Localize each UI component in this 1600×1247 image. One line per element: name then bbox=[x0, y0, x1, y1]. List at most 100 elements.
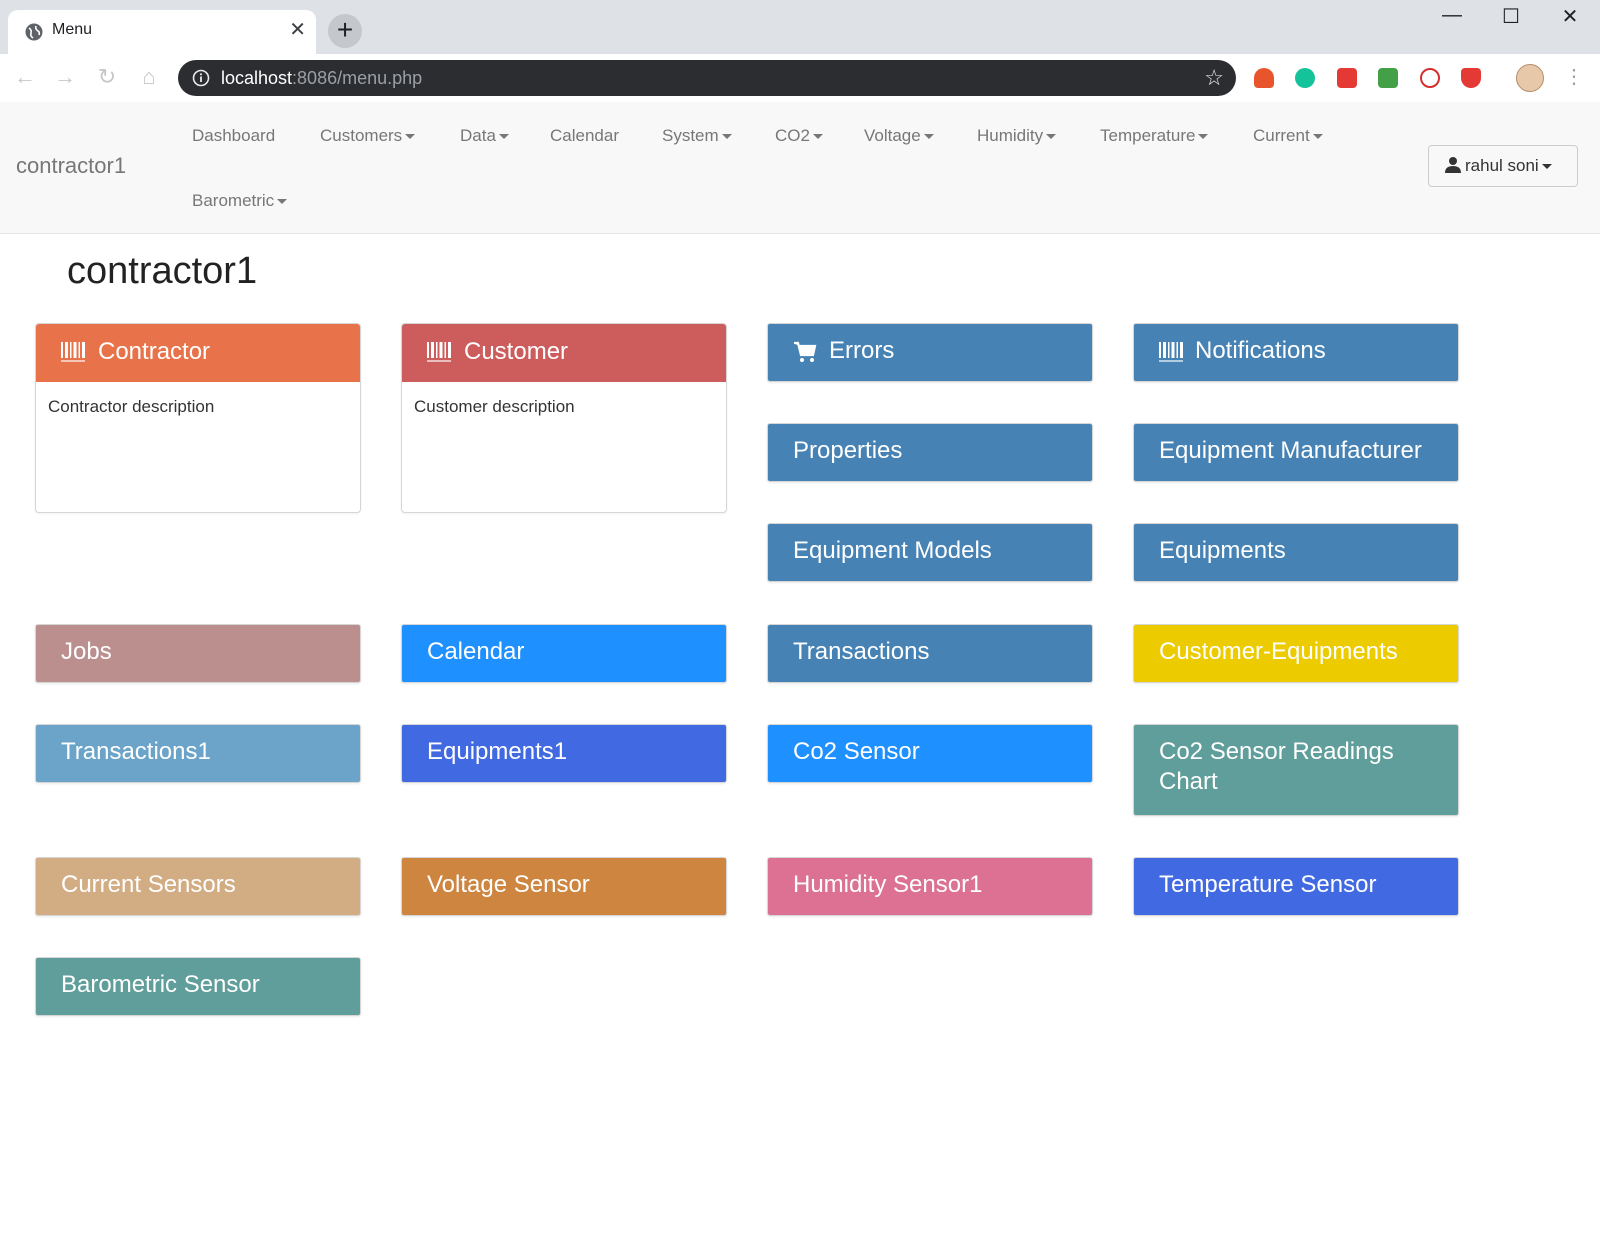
voltage-sensor-tile[interactable]: Voltage Sensor bbox=[401, 857, 727, 916]
user-icon bbox=[1445, 157, 1461, 173]
caret-down-icon bbox=[721, 134, 732, 140]
user-name: rahul soni bbox=[1465, 156, 1539, 175]
nav-item-system[interactable]: System bbox=[662, 126, 732, 146]
tile-label: Equipment Models bbox=[793, 537, 992, 564]
tile-label: Equipment Manufacturer bbox=[1159, 437, 1422, 464]
info-icon[interactable] bbox=[192, 69, 210, 87]
caret-down-icon bbox=[923, 134, 934, 140]
tab-close-icon[interactable]: ✕ bbox=[289, 19, 306, 41]
bookmark-star-icon[interactable]: ☆ bbox=[1204, 65, 1224, 91]
caret-down-icon bbox=[1198, 134, 1209, 140]
tile-label: Jobs bbox=[61, 638, 112, 665]
barcode-icon bbox=[1159, 341, 1183, 362]
tile-label: Humidity Sensor1 bbox=[793, 871, 983, 898]
caret-down-icon bbox=[1312, 134, 1323, 140]
reload-icon[interactable]: ↻ bbox=[94, 64, 120, 90]
contractor-card-header[interactable]: Contractor bbox=[36, 324, 360, 382]
tile-label: Errors bbox=[829, 337, 895, 364]
contractor-card: Contractor Contractor description bbox=[35, 323, 361, 513]
app-navbar: contractor1 bbox=[0, 102, 1600, 234]
customer-card: Customer Customer description bbox=[401, 323, 727, 513]
nav-item-label: Humidity bbox=[977, 126, 1044, 145]
tile-label: Customer-Equipments bbox=[1159, 638, 1398, 665]
minimize-button[interactable]: — bbox=[1432, 4, 1472, 27]
tile-label: Co2 Sensor Readings Chart bbox=[1159, 738, 1394, 795]
nav-item-label: Data bbox=[460, 126, 496, 145]
extension-icon[interactable] bbox=[1337, 68, 1357, 88]
address-bar[interactable]: localhost:8086/menu.php ☆ bbox=[178, 60, 1236, 96]
navbar-brand[interactable]: contractor1 bbox=[16, 153, 126, 179]
customer-equipments-tile[interactable]: Customer-Equipments bbox=[1133, 624, 1459, 683]
tile-label: Current Sensors bbox=[61, 871, 236, 898]
page-title: contractor1 bbox=[67, 250, 258, 292]
back-arrow-icon[interactable]: ← bbox=[12, 64, 38, 90]
equipment-manufacturer-tile[interactable]: Equipment Manufacturer bbox=[1133, 423, 1459, 482]
new-tab-button[interactable]: + bbox=[328, 14, 362, 48]
browser-chrome: Menu ✕ + — ☐ ✕ ← → ↻ ⌂ localhost:8086/me… bbox=[0, 0, 1600, 103]
nav-item-temperature[interactable]: Temperature bbox=[1100, 126, 1209, 146]
tile-label: Properties bbox=[793, 437, 903, 464]
transactions1-tile[interactable]: Transactions1 bbox=[35, 724, 361, 783]
calendar-tile[interactable]: Calendar bbox=[401, 624, 727, 683]
nav-item-customers[interactable]: Customers bbox=[320, 126, 416, 146]
customer-card-description: Customer description bbox=[414, 397, 575, 416]
notifications-tile[interactable]: Notifications bbox=[1133, 323, 1459, 382]
url-path: :8086/menu.php bbox=[292, 68, 423, 88]
user-menu-button[interactable]: rahul soni bbox=[1428, 145, 1578, 187]
nav-item-label: Customers bbox=[320, 126, 403, 145]
url-text: localhost:8086/menu.php bbox=[221, 68, 422, 89]
profile-avatar[interactable] bbox=[1516, 64, 1544, 92]
globe-icon bbox=[25, 23, 43, 41]
home-icon[interactable]: ⌂ bbox=[136, 64, 162, 90]
nav-item-label: System bbox=[662, 126, 719, 145]
cart-icon bbox=[794, 341, 817, 362]
jobs-tile[interactable]: Jobs bbox=[35, 624, 361, 683]
nav-item-humidity[interactable]: Humidity bbox=[977, 126, 1057, 146]
menu-kebab-icon[interactable]: ⋮ bbox=[1564, 64, 1584, 90]
nav-item-calendar[interactable]: Calendar bbox=[550, 126, 619, 146]
contractor-card-title: Contractor bbox=[98, 338, 211, 365]
barcode-icon bbox=[61, 342, 85, 362]
nav-item-barometric[interactable]: Barometric bbox=[192, 191, 288, 211]
co2-sensor-tile[interactable]: Co2 Sensor bbox=[767, 724, 1093, 783]
customer-card-header[interactable]: Customer bbox=[402, 324, 726, 382]
extension-icon[interactable] bbox=[1254, 68, 1274, 88]
equipments-tile[interactable]: Equipments bbox=[1133, 523, 1459, 582]
nav-item-label: Calendar bbox=[550, 126, 619, 145]
nav-item-voltage[interactable]: Voltage bbox=[864, 126, 934, 146]
co2-sensor-readings-chart-tile[interactable]: Co2 Sensor Readings Chart bbox=[1133, 724, 1459, 816]
barcode-icon bbox=[427, 342, 451, 362]
customer-card-title: Customer bbox=[464, 338, 569, 365]
temperature-sensor-tile[interactable]: Temperature Sensor bbox=[1133, 857, 1459, 916]
current-sensors-tile[interactable]: Current Sensors bbox=[35, 857, 361, 916]
tile-label: Equipments1 bbox=[427, 738, 568, 765]
humidity-sensor1-tile[interactable]: Humidity Sensor1 bbox=[767, 857, 1093, 916]
block-icon[interactable] bbox=[1420, 68, 1440, 88]
nav-item-label: Barometric bbox=[192, 191, 275, 210]
nav-item-current[interactable]: Current bbox=[1253, 126, 1323, 146]
barometric-sensor-tile[interactable]: Barometric Sensor bbox=[35, 957, 361, 1016]
nav-item-data[interactable]: Data bbox=[460, 126, 509, 146]
caret-down-icon bbox=[277, 199, 288, 205]
extension-icon[interactable] bbox=[1378, 68, 1398, 88]
nav-item-label: Temperature bbox=[1100, 126, 1196, 145]
nav-item-label: Voltage bbox=[864, 126, 921, 145]
transactions-tile[interactable]: Transactions bbox=[767, 624, 1093, 683]
nav-item-dashboard[interactable]: Dashboard bbox=[192, 126, 275, 146]
equipment-models-tile[interactable]: Equipment Models bbox=[767, 523, 1093, 582]
url-host: localhost bbox=[221, 68, 293, 88]
nav-item-label: Dashboard bbox=[192, 126, 276, 145]
errors-tile[interactable]: Errors bbox=[767, 323, 1093, 382]
equipments1-tile[interactable]: Equipments1 bbox=[401, 724, 727, 783]
maximize-button[interactable]: ☐ bbox=[1491, 4, 1531, 29]
caret-down-icon bbox=[1541, 164, 1552, 170]
nav-item-co2[interactable]: CO2 bbox=[775, 126, 823, 146]
properties-tile[interactable]: Properties bbox=[767, 423, 1093, 482]
tile-label: Equipments bbox=[1159, 537, 1286, 564]
forward-arrow-icon[interactable]: → bbox=[52, 64, 78, 90]
tile-label: Voltage Sensor bbox=[427, 871, 590, 898]
shield-icon[interactable] bbox=[1461, 68, 1481, 88]
browser-tab[interactable]: Menu ✕ bbox=[8, 10, 316, 54]
grammarly-icon[interactable] bbox=[1295, 68, 1315, 88]
close-window-button[interactable]: ✕ bbox=[1550, 4, 1590, 29]
